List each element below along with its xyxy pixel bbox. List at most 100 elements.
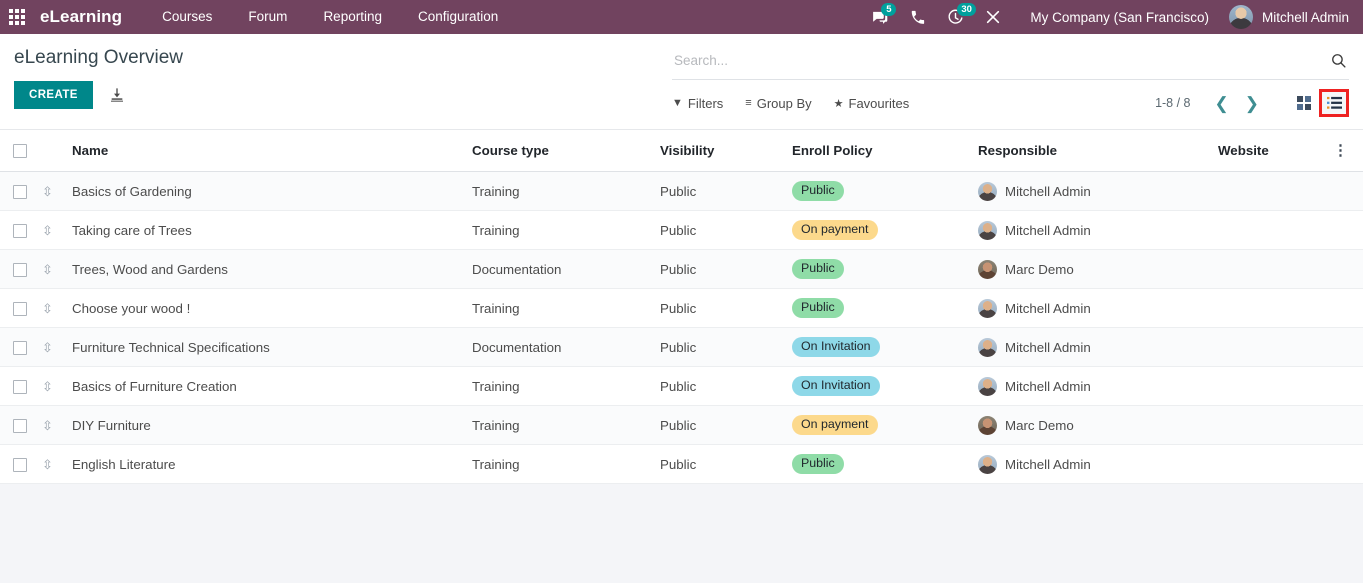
avatar — [978, 454, 997, 474]
row-checkbox[interactable] — [13, 302, 27, 317]
table-row[interactable]: ⇳ English Literature Training Public Public M… — [0, 444, 1363, 485]
vertical-dots-icon[interactable]: ⋮ — [1333, 143, 1348, 158]
column-header-course-type[interactable]: Course type — [472, 130, 660, 173]
responsible-name: Mitchell Admin — [1005, 378, 1091, 394]
avatar — [978, 376, 997, 396]
table-row[interactable]: ⇳ Furniture Technical Specifications Docum… — [0, 327, 1363, 368]
pager-next-button[interactable]: ❯ — [1237, 95, 1267, 112]
drag-handle-icon[interactable]: ⇳ — [42, 263, 53, 276]
cell-responsible: Mitchell Admin — [978, 366, 1218, 407]
avatar — [978, 415, 997, 435]
phone-button[interactable] — [898, 0, 936, 34]
select-all-checkbox[interactable] — [13, 144, 27, 159]
cell-responsible: Mitchell Admin — [978, 327, 1218, 368]
control-panel-actions: CREATE — [14, 81, 654, 109]
cell-responsible: Marc Demo — [978, 249, 1218, 290]
row-handle-cell: ⇳ — [42, 327, 72, 368]
pager-previous-button[interactable]: ❮ — [1207, 95, 1237, 112]
row-select-cell — [0, 405, 42, 446]
table-row[interactable]: ⇳ Basics of Furniture Creation Training Pub… — [0, 366, 1363, 407]
cell-enroll-policy: Public — [792, 171, 978, 212]
drag-handle-icon[interactable]: ⇳ — [42, 224, 53, 237]
user-menu[interactable]: Mitchell Admin — [1223, 5, 1363, 29]
row-select-cell — [0, 210, 42, 251]
table-row[interactable]: ⇳ Basics of Gardening Training Public Public… — [0, 171, 1363, 212]
pager-counter[interactable]: 1-8 / 8 — [1155, 96, 1190, 110]
view-switcher — [1289, 89, 1349, 117]
cell-course-type: Training — [472, 288, 660, 329]
cell-options — [1333, 171, 1363, 212]
row-checkbox[interactable] — [13, 341, 27, 356]
activities-button[interactable]: 30 — [936, 0, 976, 34]
nav-item-reporting[interactable]: Reporting — [305, 0, 400, 34]
cell-website — [1218, 405, 1333, 446]
row-checkbox[interactable] — [13, 419, 27, 434]
records-list: Name Course type Visibility Enroll Polic… — [0, 130, 1363, 485]
responsible-name: Marc Demo — [1005, 417, 1074, 433]
app-brand[interactable]: eLearning — [40, 7, 122, 27]
column-header-responsible[interactable]: Responsible — [978, 130, 1218, 173]
drag-handle-icon[interactable]: ⇳ — [42, 302, 53, 315]
column-header-name[interactable]: Name — [72, 130, 472, 173]
apps-menu-button[interactable] — [0, 0, 34, 34]
groupby-dropdown[interactable]: ≡ Group By — [745, 96, 811, 111]
create-button[interactable]: CREATE — [14, 81, 93, 109]
drag-handle-icon[interactable]: ⇳ — [42, 458, 53, 471]
row-handle-cell: ⇳ — [42, 444, 72, 485]
drag-handle-icon[interactable]: ⇳ — [42, 380, 53, 393]
column-header-website[interactable]: Website — [1218, 130, 1333, 173]
company-switcher[interactable]: My Company (San Francisco) — [1012, 10, 1223, 25]
cell-visibility: Public — [660, 288, 792, 329]
list-view-button[interactable] — [1319, 89, 1349, 117]
column-header-visibility[interactable]: Visibility — [660, 130, 792, 173]
table-head: Name Course type Visibility Enroll Polic… — [0, 130, 1363, 173]
drag-handle-icon[interactable]: ⇳ — [42, 341, 53, 354]
responsible-name: Marc Demo — [1005, 261, 1074, 277]
filters-dropdown[interactable]: ▼ Filters — [672, 96, 723, 111]
cell-website — [1218, 171, 1333, 212]
row-checkbox[interactable] — [13, 458, 27, 473]
row-checkbox[interactable] — [13, 185, 27, 200]
search-button[interactable] — [1330, 52, 1349, 69]
cell-course-type: Documentation — [472, 249, 660, 290]
phone-icon — [911, 10, 925, 24]
messages-button[interactable]: 5 — [860, 0, 898, 34]
debug-menu-button[interactable] — [974, 0, 1012, 34]
cell-enroll-policy: Public — [792, 444, 978, 485]
nav-item-courses[interactable]: Courses — [144, 0, 230, 34]
control-panel-right: ▼ Filters ≡ Group By ★ Favourites 1-8 / … — [672, 34, 1349, 124]
column-header-enroll-policy[interactable]: Enroll Policy — [792, 130, 978, 173]
row-checkbox[interactable] — [13, 224, 27, 239]
row-checkbox[interactable] — [13, 263, 27, 278]
cell-responsible: Mitchell Admin — [978, 210, 1218, 251]
cell-website — [1218, 327, 1333, 368]
cell-visibility: Public — [660, 366, 792, 407]
row-checkbox[interactable] — [13, 380, 27, 395]
cell-website — [1218, 210, 1333, 251]
status-badge: Public — [792, 454, 844, 475]
kanban-view-button[interactable] — [1289, 89, 1319, 117]
funnel-icon: ▼ — [672, 97, 683, 109]
cell-options — [1333, 405, 1363, 446]
responsible-name: Mitchell Admin — [1005, 339, 1091, 355]
table-row[interactable]: ⇳ Trees, Wood and Gardens Documentation Pub… — [0, 249, 1363, 290]
nav-item-configuration[interactable]: Configuration — [400, 0, 516, 34]
row-select-cell — [0, 171, 42, 212]
cell-name: Basics of Gardening — [72, 171, 472, 212]
table-row[interactable]: ⇳ DIY Furniture Training Public On payment Ma… — [0, 405, 1363, 446]
table-row[interactable]: ⇳ Taking care of Trees Training Public On pa… — [0, 210, 1363, 251]
favourites-dropdown[interactable]: ★ Favourites — [834, 96, 910, 111]
table-row[interactable]: ⇳ Choose your wood ! Training Public Public M… — [0, 288, 1363, 329]
import-records-button[interactable] — [109, 87, 125, 103]
navbar-right: 5 30 My Company (San Francisco) Mitchell… — [860, 0, 1363, 34]
row-handle-cell: ⇳ — [42, 171, 72, 212]
cell-website — [1218, 366, 1333, 407]
search-input[interactable] — [672, 53, 1330, 68]
drag-handle-icon[interactable]: ⇳ — [42, 419, 53, 432]
status-badge: On payment — [792, 220, 878, 241]
responsible-name: Mitchell Admin — [1005, 456, 1091, 472]
cell-responsible: Mitchell Admin — [978, 288, 1218, 329]
nav-item-forum[interactable]: Forum — [230, 0, 305, 34]
cell-enroll-policy: Public — [792, 288, 978, 329]
drag-handle-icon[interactable]: ⇳ — [42, 185, 53, 198]
